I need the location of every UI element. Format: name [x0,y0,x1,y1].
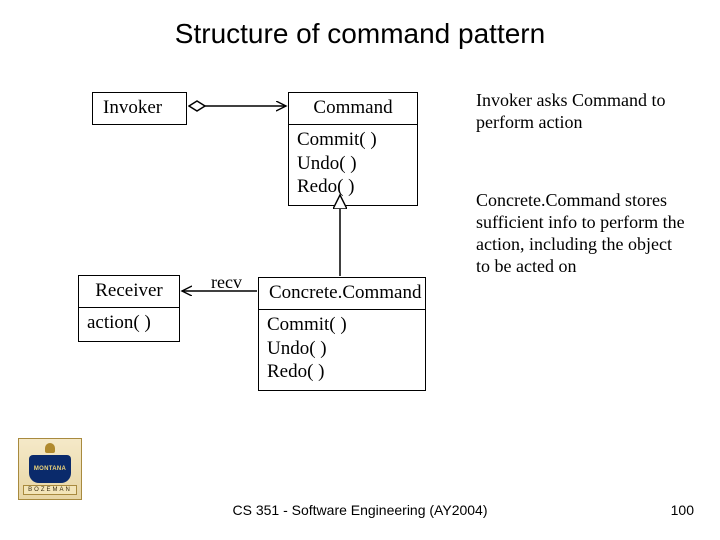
class-op: Undo( ) [297,152,409,176]
uml-class-invoker: Invoker [92,92,187,125]
class-op: action( ) [87,311,171,335]
class-op: Commit( ) [267,313,417,337]
montana-state-logo: MONTANA BOZEMAN [18,438,82,500]
page-number: 100 [671,502,694,518]
class-ops: Commit( ) Undo( ) Redo( ) [289,125,417,205]
class-op: Redo( ) [297,175,409,199]
annotation-concrete-command: Concrete.Command stores sufficient info … [476,190,686,278]
class-op: Undo( ) [267,337,417,361]
logo-shield: MONTANA [29,455,71,483]
class-op: Redo( ) [267,360,417,384]
class-op: Commit( ) [297,128,409,152]
class-name: Receiver [79,276,179,308]
uml-class-concrete-command: Concrete.Command Commit( ) Undo( ) Redo(… [258,277,426,391]
association-label-recv: recv [211,272,242,293]
class-name: Command [289,93,417,125]
logo-band: BOZEMAN [23,485,77,495]
uml-class-receiver: Receiver action( ) [78,275,180,342]
class-ops: Commit( ) Undo( ) Redo( ) [259,310,425,390]
slide-footer: CS 351 - Software Engineering (AY2004) [0,502,720,518]
class-name: Concrete.Command [259,278,425,310]
class-name: Invoker [93,93,186,124]
annotation-invoker-asks: Invoker asks Command to perform action [476,90,676,134]
logo-bell-icon [45,443,55,453]
class-ops: action( ) [79,308,179,341]
uml-class-command: Command Commit( ) Undo( ) Redo( ) [288,92,418,206]
slide-title: Structure of command pattern [0,18,720,50]
